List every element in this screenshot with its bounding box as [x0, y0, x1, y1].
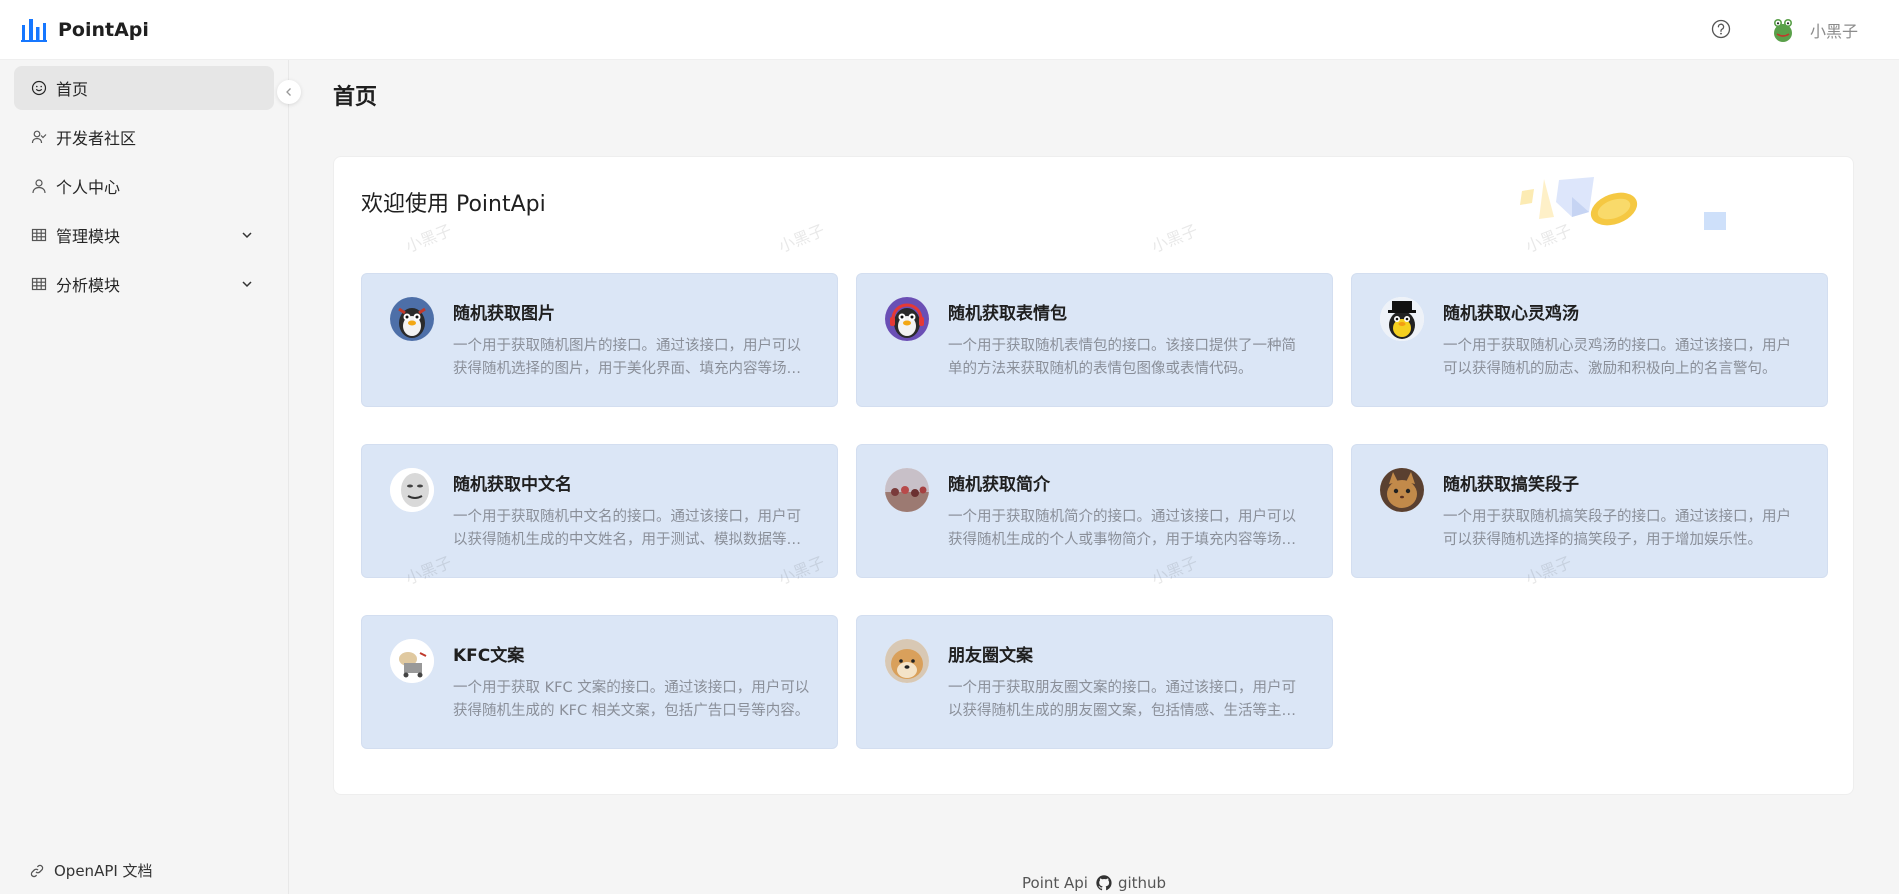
cat-avatar-icon: [1380, 468, 1424, 512]
api-title: 随机获取心灵鸡汤: [1443, 304, 1579, 324]
user-menu[interactable]: 小黑子: [1769, 14, 1858, 46]
api-description: 一个用于获取随机心灵鸡汤的接口。通过该接口，用户可以获得随机的励志、激励和积极向…: [1443, 338, 1791, 377]
api-card-kfc-copy[interactable]: KFC文案 一个用于获取 KFC 文案的接口。通过该接口，用户可以获得随机生成的…: [361, 615, 838, 749]
sidebar-item-management[interactable]: 管理模块: [14, 213, 274, 257]
question-circle-icon[interactable]: [1711, 19, 1731, 39]
api-card-random-image[interactable]: 随机获取图片 一个用于获取随机图片的接口。通过该接口，用户可以获得随机选择的图片…: [361, 273, 838, 407]
api-title: 随机获取搞笑段子: [1443, 475, 1579, 495]
watermark: 小黑子: [1148, 220, 1201, 257]
sidebar-item-label: 管理模块: [56, 227, 121, 246]
api-card-random-chicken-soup[interactable]: 随机获取心灵鸡汤 一个用于获取随机心灵鸡汤的接口。通过该接口，用户可以获得随机的…: [1351, 273, 1828, 407]
page-title: 首页: [333, 85, 378, 110]
chevron-down-icon[interactable]: [240, 228, 254, 242]
watermark: 小黑子: [402, 220, 455, 257]
user-icon: [32, 179, 46, 194]
top-header: PointApi 小黑子: [0, 0, 1899, 60]
openapi-docs-link[interactable]: OpenAPI 文档: [30, 860, 153, 881]
api-avatar: [390, 297, 434, 341]
chevron-down-icon[interactable]: [240, 277, 254, 291]
welcome-heading: 欢迎使用 PointApi: [361, 192, 546, 217]
api-avatar: [885, 468, 929, 512]
api-avatar: [390, 639, 434, 683]
sidebar-item-community[interactable]: 开发者社区: [14, 115, 274, 159]
github-link[interactable]: github: [1118, 874, 1166, 892]
api-card-random-intro[interactable]: 随机获取简介 一个用于获取随机简介的接口。通过该接口，用户可以获得随机生成的个人…: [856, 444, 1333, 578]
api-avatar: [885, 639, 929, 683]
link-icon: [30, 864, 44, 877]
api-description: 一个用于获取随机搞笑段子的接口。通过该接口，用户可以获得随机选择的搞笑段子，用于…: [1443, 509, 1791, 548]
api-title: 随机获取中文名: [453, 475, 572, 495]
github-icon[interactable]: [1096, 875, 1112, 891]
api-card-random-jokes[interactable]: 随机获取搞笑段子 一个用于获取随机搞笑段子的接口。通过该接口，用户可以获得随机选…: [1351, 444, 1828, 578]
meme-face-avatar-icon: [390, 468, 434, 512]
api-title: 随机获取简介: [948, 475, 1050, 495]
api-title: 随机获取图片: [453, 304, 555, 324]
main-content: 首页 欢迎使用 PointApi 随机获取图片 一个用于获取随机图片的接口。通过…: [290, 60, 1899, 894]
shiba-dog-avatar-icon: [885, 639, 929, 683]
api-description: 一个用于获取随机中文名的接口。通过该接口，用户可以获得随机生成的中文姓名，用于测…: [453, 509, 801, 548]
penguin-headphones-avatar-icon: [885, 297, 929, 341]
watermark: 小黑子: [775, 220, 828, 257]
app-title[interactable]: PointApi: [58, 17, 149, 43]
smile-icon: [31, 80, 47, 96]
sidebar-item-home[interactable]: 首页: [14, 66, 274, 110]
sidebar-item-label: 开发者社区: [56, 129, 137, 148]
openapi-label: OpenAPI 文档: [54, 862, 153, 880]
table-icon: [31, 277, 47, 291]
api-description: 一个用于获取随机图片的接口。通过该接口，用户可以获得随机选择的图片，用于美化界面…: [453, 338, 801, 377]
api-title: KFC文案: [453, 646, 525, 666]
api-description: 一个用于获取 KFC 文案的接口。通过该接口，用户可以获得随机生成的 KFC 相…: [453, 680, 810, 719]
frog-avatar-icon: [1769, 16, 1797, 44]
user-name[interactable]: 小黑子: [1810, 18, 1858, 42]
api-description: 一个用于获取随机表情包的接口。该接口提供了一种简单的方法来获取随机的表情包图像或…: [948, 338, 1296, 377]
api-description: 一个用于获取朋友圈文案的接口。通过该接口，用户可以获得随机生成的朋友圈文案，包括…: [948, 680, 1296, 719]
table-icon: [31, 228, 47, 242]
api-avatar: [1380, 468, 1424, 512]
footer-text: Point Api: [1022, 874, 1088, 892]
community-icon: [31, 130, 47, 144]
api-avatar: [390, 468, 434, 512]
crowd-photo-avatar-icon: [885, 468, 929, 512]
api-card-random-emoji[interactable]: 随机获取表情包 一个用于获取随机表情包的接口。该接口提供了一种简单的方法来获取随…: [856, 273, 1333, 407]
api-avatar: [1380, 297, 1424, 341]
api-description: 一个用于获取随机简介的接口。通过该接口，用户可以获得随机生成的个人或事物简介，用…: [948, 509, 1296, 548]
sidebar-item-profile[interactable]: 个人中心: [14, 164, 274, 208]
sidebar-item-label: 个人中心: [56, 178, 121, 197]
penguin-avatar-icon: [390, 297, 434, 341]
api-title: 朋友圈文案: [948, 646, 1033, 666]
sidebar-item-analysis[interactable]: 分析模块: [14, 262, 274, 306]
decorative-illustration: [1520, 177, 1726, 230]
welcome-card: 欢迎使用 PointApi 随机获取图片 一个用于获取随机图片的接口。通过该接口…: [333, 156, 1854, 795]
sidebar: 首页 开发者社区 个人中心 管理模块 分析模块 OpenAPI 文档: [0, 60, 289, 894]
api-avatar: [885, 297, 929, 341]
bar-chart-logo-icon[interactable]: [21, 17, 47, 43]
cartoon-sticker-avatar-icon: [390, 639, 434, 683]
sidebar-item-label: 分析模块: [56, 276, 121, 295]
footer: Point Api github: [1022, 874, 1166, 892]
api-card-random-chinese-name[interactable]: 随机获取中文名 一个用于获取随机中文名的接口。通过该接口，用户可以获得随机生成的…: [361, 444, 838, 578]
avatar[interactable]: [1769, 16, 1797, 44]
sidebar-item-label: 首页: [56, 80, 89, 99]
api-title: 随机获取表情包: [948, 304, 1067, 324]
penguin-hat-avatar-icon: [1380, 297, 1424, 341]
api-card-moments-copy[interactable]: 朋友圈文案 一个用于获取朋友圈文案的接口。通过该接口，用户可以获得随机生成的朋友…: [856, 615, 1333, 749]
